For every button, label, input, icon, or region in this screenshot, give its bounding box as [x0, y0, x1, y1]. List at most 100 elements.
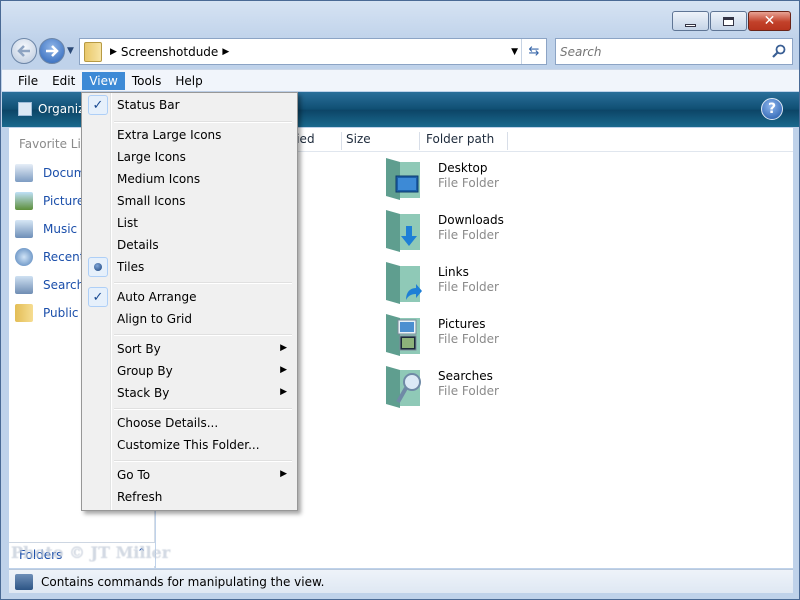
menu-item-medium-icons[interactable]: Medium Icons [84, 168, 295, 190]
menu-item-label: Go To [117, 468, 151, 482]
menu-item-align-to-grid[interactable]: Align to Grid [84, 308, 295, 330]
forward-button[interactable] [39, 38, 65, 64]
nav-item-label: Picture [43, 194, 85, 208]
submenu-arrow-icon: ▶ [280, 387, 287, 397]
navigation-bar: ▼ ▶ Screenshotdude ▶ ▼ ⇆ [9, 37, 793, 67]
address-bar[interactable]: ▶ Screenshotdude ▶ ▼ ⇆ [79, 38, 547, 65]
recent-icon [15, 248, 33, 266]
pictures-folder-icon [386, 314, 420, 356]
file-tile[interactable]: Downloads File Folder [384, 206, 684, 256]
menu-item-go-to[interactable]: Go To ▶ [84, 464, 295, 486]
explorer-window: ✕ ▼ ▶ Screenshotdude ▶ ▼ ⇆ File Edit V [0, 0, 800, 600]
file-tile[interactable]: Pictures File Folder [384, 310, 684, 360]
breadcrumb-current[interactable]: Screenshotdude [121, 45, 218, 59]
menu-item-stack-by[interactable]: Stack By ▶ [84, 382, 295, 404]
refresh-icon: ⇆ [528, 44, 540, 59]
organize-button[interactable]: Organiz [18, 102, 84, 116]
submenu-arrow-icon: ▶ [280, 343, 287, 353]
nav-item-public[interactable]: Public [15, 302, 79, 324]
status-bar: Contains commands for manipulating the v… [9, 569, 793, 593]
view-menu-dropdown: ✓ Status Bar Extra Large Icons Large Ico… [81, 92, 298, 511]
nav-item-label: Search [43, 278, 85, 292]
column-header-size[interactable]: Size [340, 132, 420, 150]
radio-bullet-icon [88, 257, 108, 277]
menu-file[interactable]: File [11, 72, 45, 90]
menu-item-sort-by[interactable]: Sort By ▶ [84, 338, 295, 360]
menu-item-refresh[interactable]: Refresh [84, 486, 295, 508]
menu-item-auto-arrange[interactable]: ✓ Auto Arrange [84, 286, 295, 308]
file-type: File Folder [438, 228, 499, 242]
nav-item-music[interactable]: Music [15, 218, 77, 240]
favorite-links-title: Favorite Lin [19, 137, 89, 151]
menu-item-group-by[interactable]: Group By ▶ [84, 360, 295, 382]
menu-item-label: Align to Grid [117, 312, 192, 326]
menu-bar: File Edit View Tools Help [2, 69, 799, 91]
file-name: Links [438, 265, 469, 279]
downloads-folder-icon [386, 210, 420, 252]
menu-item-status-bar[interactable]: ✓ Status Bar [84, 94, 295, 116]
back-arrow-icon [17, 45, 30, 57]
submenu-arrow-icon: ▶ [280, 365, 287, 375]
close-icon: ✕ [763, 13, 776, 29]
menu-tools[interactable]: Tools [125, 72, 169, 90]
menu-item-label: Group By [117, 364, 173, 378]
help-icon: ? [767, 101, 777, 117]
menu-item-details[interactable]: Details [84, 234, 295, 256]
help-button[interactable]: ? [761, 98, 783, 120]
menu-item-choose-details[interactable]: Choose Details... [84, 412, 295, 434]
watermark: Photo © JT Miller [11, 543, 171, 562]
menu-item-customize-folder[interactable]: Customize This Folder... [84, 434, 295, 456]
links-folder-icon [386, 262, 422, 304]
menu-item-label: Customize This Folder... [117, 438, 260, 452]
back-button[interactable] [11, 38, 37, 64]
recent-pages-dropdown[interactable]: ▼ [67, 46, 74, 56]
close-button[interactable]: ✕ [748, 11, 791, 31]
minimize-icon [685, 23, 696, 27]
search-box[interactable] [555, 38, 793, 65]
search-input[interactable] [560, 40, 760, 63]
nav-item-searches[interactable]: Search [15, 274, 84, 296]
nav-item-documents[interactable]: Docum [15, 162, 85, 184]
status-text: Contains commands for manipulating the v… [41, 574, 325, 589]
column-header-folder-path[interactable]: Folder path [420, 132, 508, 150]
nav-item-recent[interactable]: Recent [15, 246, 84, 268]
nav-item-pictures[interactable]: Picture [15, 190, 84, 212]
menu-item-label: List [117, 216, 138, 230]
menu-item-label: Sort By [117, 342, 161, 356]
menu-item-list[interactable]: List [84, 212, 295, 234]
desktop-folder-icon [386, 158, 420, 200]
file-tile[interactable]: Links File Folder [384, 258, 684, 308]
nav-item-label: Music [43, 222, 78, 236]
file-tile[interactable]: Desktop File Folder [384, 154, 684, 204]
file-type: File Folder [438, 176, 499, 190]
menu-item-large-icons[interactable]: Large Icons [84, 146, 295, 168]
menu-separator [114, 408, 292, 410]
searches-folder-icon [386, 366, 421, 408]
pictures-icon [15, 192, 33, 210]
file-type: File Folder [438, 332, 499, 346]
nav-item-label: Docum [43, 166, 86, 180]
file-name: Searches [438, 369, 493, 383]
minimize-button[interactable] [672, 11, 709, 31]
menu-separator [114, 334, 292, 336]
menu-item-label: Choose Details... [117, 416, 219, 430]
menu-item-small-icons[interactable]: Small Icons [84, 190, 295, 212]
menu-item-label: Tiles [117, 260, 145, 274]
search-icon[interactable] [772, 44, 786, 58]
menu-separator [114, 121, 292, 123]
breadcrumb-arrow-icon[interactable]: ▶ [110, 47, 117, 57]
file-tile[interactable]: Searches File Folder [384, 362, 684, 412]
menu-item-label: Small Icons [117, 194, 186, 208]
address-dropdown-icon[interactable]: ▼ [511, 47, 518, 57]
breadcrumb-arrow-icon[interactable]: ▶ [222, 47, 229, 57]
menu-help[interactable]: Help [168, 72, 209, 90]
menu-edit[interactable]: Edit [45, 72, 82, 90]
submenu-arrow-icon: ▶ [280, 469, 287, 479]
menu-item-tiles[interactable]: Tiles [84, 256, 295, 278]
status-view-icon [15, 573, 33, 590]
menu-view[interactable]: View [82, 71, 125, 90]
menu-item-extra-large-icons[interactable]: Extra Large Icons [84, 124, 295, 146]
file-type: File Folder [438, 384, 499, 398]
maximize-button[interactable] [710, 11, 747, 31]
refresh-button[interactable]: ⇆ [521, 39, 546, 64]
